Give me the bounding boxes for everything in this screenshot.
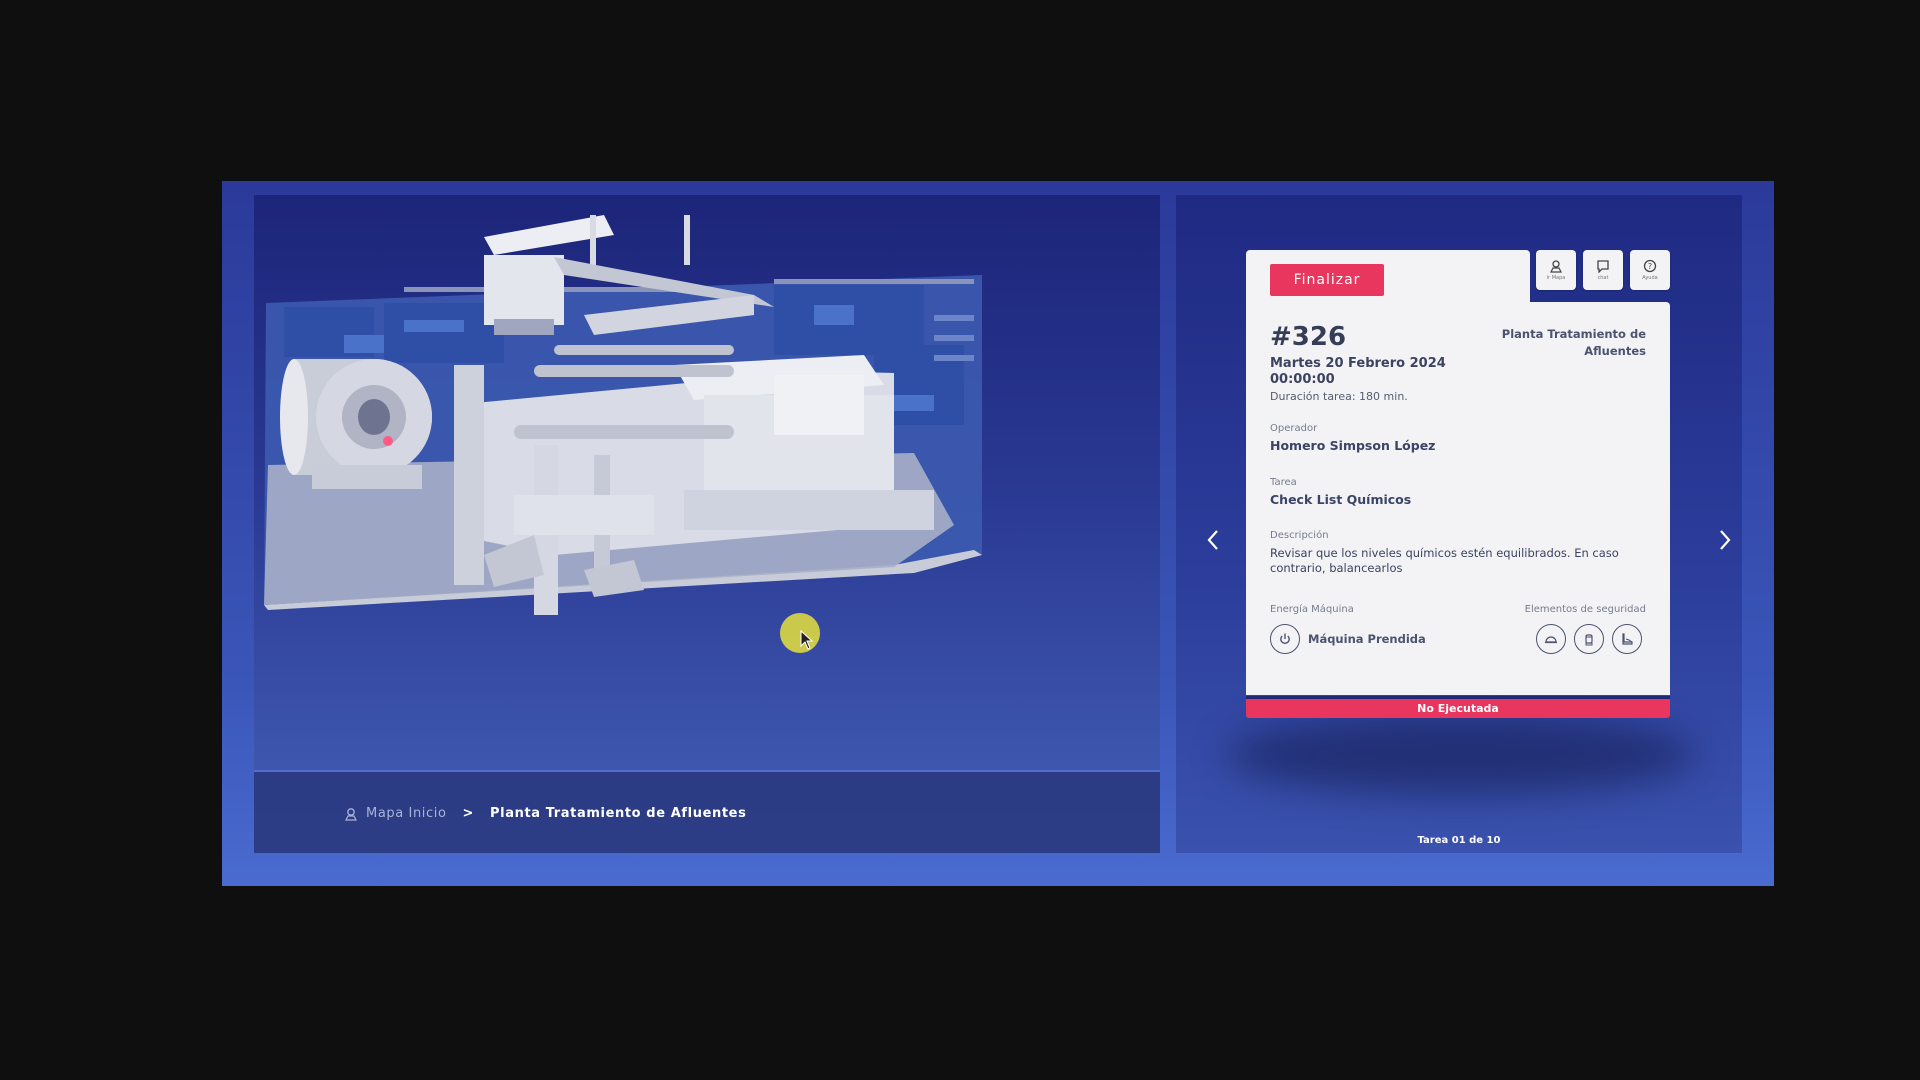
task-label: Tarea [1270,477,1297,488]
operator-label: Operador [1270,423,1318,434]
chat-button[interactable]: chat [1583,250,1623,290]
svg-text:?: ? [1648,262,1652,271]
task-date: Martes 20 Febrero 2024 [1270,356,1446,371]
mouse-cursor-icon [800,630,814,650]
chat-icon [1597,260,1609,273]
breadcrumb: Mapa Inicio > Planta Tratamiento de Aflu… [344,806,746,821]
finalize-button[interactable]: Finalizar [1270,264,1384,296]
operator-name: Homero Simpson López [1270,438,1436,453]
help-button[interactable]: ? Ayuda [1630,250,1670,290]
breadcrumb-separator: > [462,806,475,821]
previous-task-button[interactable] [1198,525,1228,555]
help-icon: ? [1643,259,1657,273]
breadcrumb-bar: Mapa Inicio > Planta Tratamiento de Aflu… [254,772,1160,853]
task-duration: Duración tarea: 180 min. [1270,390,1408,403]
machine-3d-model[interactable] [254,195,1160,771]
task-status-bar: No Ejecutada [1246,696,1670,718]
gloves-icon [1574,624,1604,654]
safety-icons [1536,624,1642,654]
task-time: 00:00:00 [1270,372,1335,387]
app-window: Mapa Inicio > Planta Tratamiento de Aflu… [222,181,1774,886]
breadcrumb-home-link[interactable]: Mapa Inicio [344,806,447,821]
helmet-icon [1536,624,1566,654]
energy-status: Máquina Prendida [1270,624,1426,654]
next-task-button[interactable] [1710,525,1740,555]
energy-status-text: Máquina Prendida [1308,632,1426,646]
machine-viewer[interactable]: Mapa Inicio > Planta Tratamiento de Aflu… [254,195,1160,853]
energy-label: Energía Máquina [1270,604,1354,615]
chevron-left-icon [1207,530,1218,550]
power-icon [1270,624,1300,654]
go-to-map-button[interactable]: ir Mapa [1536,250,1576,290]
go-to-map-label: ir Mapa [1546,275,1566,281]
card-header: Finalizar [1246,250,1530,305]
boot-icon [1612,624,1642,654]
map-pin-icon [345,807,357,821]
task-card: #326 Planta Tratamiento de Afluentes Mar… [1246,302,1670,695]
help-label: Ayuda [1642,275,1658,281]
map-pin-icon [1550,260,1562,273]
description-text: Revisar que los niveles químicos estén e… [1270,546,1619,575]
task-number: #326 [1270,322,1347,352]
card-shadow [1226,715,1696,795]
safety-label: Elementos de seguridad [1524,604,1646,615]
task-location: Planta Tratamiento de Afluentes [1501,327,1646,358]
task-pager: Tarea 01 de 10 [1417,835,1501,846]
chat-label: chat [1597,275,1609,281]
task-name: Check List Químicos [1270,492,1412,507]
breadcrumb-current: Planta Tratamiento de Afluentes [490,806,747,821]
task-panel: Finalizar ir Mapa chat ? Ayuda #326 Plan… [1176,195,1742,853]
description-label: Descripción [1270,530,1329,541]
breadcrumb-home-label[interactable]: Mapa Inicio [366,806,447,821]
chevron-right-icon [1720,530,1731,550]
